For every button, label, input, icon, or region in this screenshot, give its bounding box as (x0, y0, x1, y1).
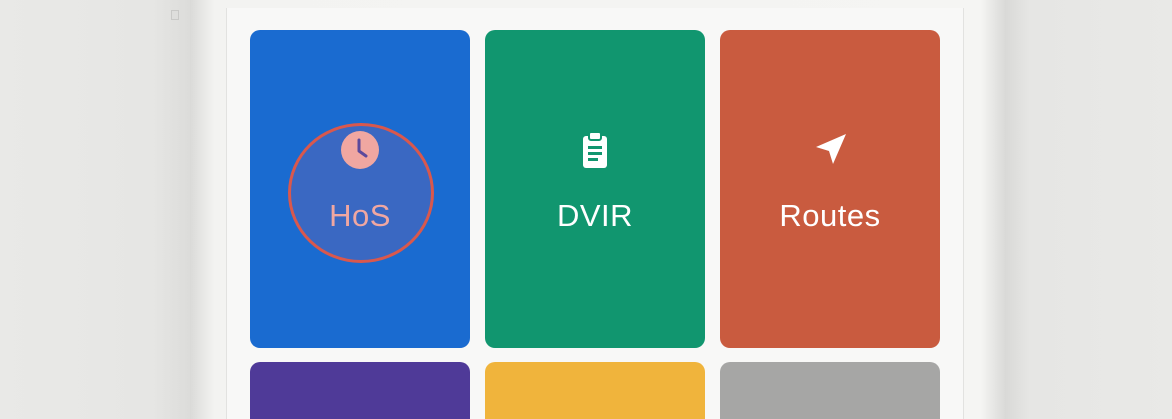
hos-tile[interactable]: HoS (250, 30, 470, 348)
bottom-tile-3[interactable] (720, 362, 940, 419)
routes-label: Routes (779, 198, 881, 233)
corner-mark (171, 10, 179, 20)
clipboard-icon (583, 131, 607, 168)
navigation-arrow-icon (816, 134, 846, 164)
routes-tile[interactable]: Routes (720, 30, 940, 348)
background-left (0, 0, 190, 419)
bottom-tile-2[interactable] (485, 362, 705, 419)
clock-icon (341, 131, 379, 169)
background-right (1005, 0, 1172, 419)
dvir-tile[interactable]: DVIR (485, 30, 705, 348)
dvir-label: DVIR (556, 198, 634, 233)
bottom-tile-1[interactable] (250, 362, 470, 419)
hos-label: HoS (329, 198, 391, 233)
